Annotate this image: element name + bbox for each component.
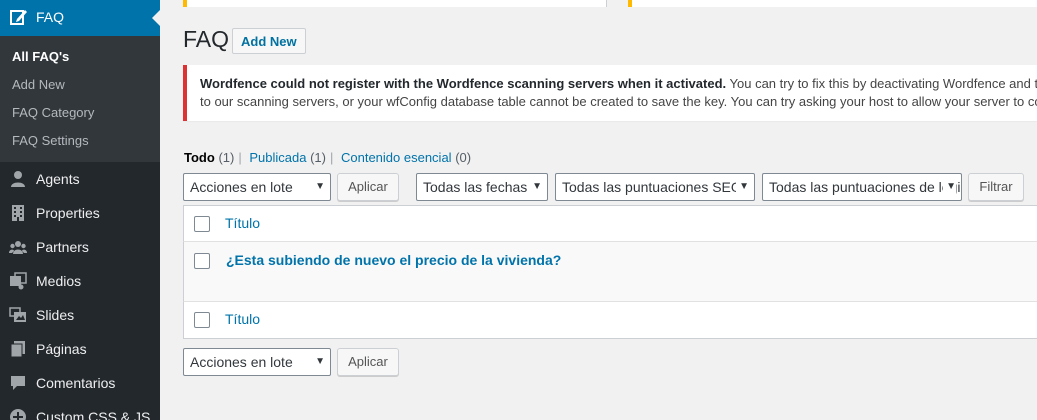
seo-score-select[interactable]: Todas las puntuaciones SEO ▼	[555, 173, 755, 201]
sidebar-item-label: Páginas	[36, 341, 87, 357]
table-header: Título	[183, 205, 1037, 242]
user-icon	[9, 170, 27, 188]
sidebar-item-properties[interactable]: Properties	[0, 196, 160, 230]
building-icon	[9, 204, 27, 222]
page-title: FAQ	[183, 26, 230, 52]
notice-box-partial	[628, 0, 1037, 7]
sidebar-item-label: FAQ	[36, 9, 65, 25]
notice-bold-text: Wordfence could not register with the Wo…	[200, 76, 727, 91]
view-count: (1)	[218, 150, 235, 165]
edit-icon	[10, 8, 28, 26]
chevron-down-icon: ▼	[312, 349, 325, 375]
apply-button[interactable]: Aplicar	[337, 173, 399, 201]
submenu-faq-settings[interactable]: FAQ Settings	[12, 133, 89, 148]
notice-box-partial	[183, 0, 607, 7]
view-contenido-esencial[interactable]: Contenido esencial	[341, 150, 452, 165]
sidebar-item-label: Properties	[36, 205, 100, 221]
sidebar-item-label: Comentarios	[36, 375, 116, 391]
separator: |	[238, 150, 242, 165]
view-todo[interactable]: Todo	[184, 150, 215, 165]
sidebar-item-medios[interactable]: Medios	[0, 264, 160, 298]
filter-button[interactable]: Filtrar	[968, 173, 1024, 201]
submenu-add-new[interactable]: Add New	[12, 77, 65, 92]
slides-icon	[9, 306, 27, 324]
sidebar-item-label: Agents	[36, 171, 80, 187]
faq-submenu: All FAQ's Add New FAQ Category FAQ Setti…	[0, 36, 160, 162]
submenu-all-faqs[interactable]: All FAQ's	[12, 49, 69, 64]
row-checkbox[interactable]	[194, 253, 210, 269]
select-value: Acciones en lote	[190, 179, 293, 195]
separator: |	[329, 150, 334, 165]
page-icon	[9, 340, 27, 358]
column-title-header[interactable]: Título	[225, 215, 260, 231]
date-filter-select[interactable]: Todas las fechas ▼	[416, 173, 548, 201]
notice-line-2: to our scanning servers, or your wfConfi…	[200, 94, 1037, 109]
chevron-down-icon: ▼	[529, 174, 542, 200]
chevron-down-icon: ▼	[312, 174, 325, 200]
select-value: Todas las puntuaciones de legibilidad	[769, 179, 961, 195]
sidebar-item-slides[interactable]: Slides	[0, 298, 160, 332]
current-menu-arrow	[152, 10, 160, 26]
select-value: Todas las puntuaciones SEO	[562, 179, 742, 195]
sidebar-item-label: Medios	[36, 273, 82, 289]
sidebar-item-label: Partners	[36, 239, 89, 255]
bulk-actions-select-bottom[interactable]: Acciones en lote ▼	[183, 348, 331, 376]
comment-icon	[9, 374, 27, 392]
sidebar-item-custom-css-js[interactable]: Custom CSS & JS	[0, 400, 160, 420]
sidebar-item-faq[interactable]: FAQ	[0, 0, 160, 36]
notice-line-1: Wordfence could not register with the Wo…	[200, 76, 1037, 91]
table-footer: Título	[183, 302, 1037, 339]
table-row: ¿Esta subiendo de nuevo el precio de la …	[183, 242, 1037, 302]
error-notice: Wordfence could not register with the Wo…	[183, 65, 1037, 121]
sidebar-item-partners[interactable]: Partners	[0, 230, 160, 264]
view-publicada[interactable]: Publicada	[249, 150, 306, 165]
chevron-down-icon: ▼	[943, 174, 956, 200]
plus-circle-icon	[9, 408, 27, 420]
apply-button-bottom[interactable]: Aplicar	[337, 348, 399, 376]
column-title-footer[interactable]: Título	[225, 311, 260, 327]
sidebar-item-label: Custom CSS & JS	[36, 409, 151, 420]
chevron-down-icon: ▼	[736, 174, 749, 200]
media-icon	[9, 272, 27, 290]
sidebar-item-agents[interactable]: Agents	[0, 162, 160, 196]
submenu-faq-category[interactable]: FAQ Category	[12, 105, 94, 120]
readability-score-select[interactable]: Todas las puntuaciones de legibilidad ▼	[762, 173, 962, 201]
select-all-checkbox[interactable]	[194, 312, 210, 328]
sidebar-item-comentarios[interactable]: Comentarios	[0, 366, 160, 400]
add-new-button[interactable]: Add New	[232, 28, 306, 54]
groups-icon	[9, 238, 27, 256]
sidebar-item-label: Slides	[36, 307, 75, 323]
sidebar-item-paginas[interactable]: Páginas	[0, 332, 160, 366]
select-value: Acciones en lote	[190, 354, 293, 370]
select-all-checkbox[interactable]	[194, 216, 210, 232]
view-filters: Todo (1) | Publicada (1) | Contenido esenc…	[184, 150, 471, 165]
row-title-link[interactable]: ¿Esta subiendo de nuevo el precio de la …	[226, 252, 561, 268]
select-value: Todas las fechas	[423, 179, 528, 195]
admin-sidebar: FAQ All FAQ's Add New FAQ Category FAQ S…	[0, 0, 160, 420]
notice-text: You can try to fix this by deactivating …	[726, 76, 1037, 91]
view-count: (1)	[310, 150, 326, 165]
view-count: (0)	[455, 150, 472, 165]
bulk-actions-select[interactable]: Acciones en lote ▼	[183, 173, 331, 201]
